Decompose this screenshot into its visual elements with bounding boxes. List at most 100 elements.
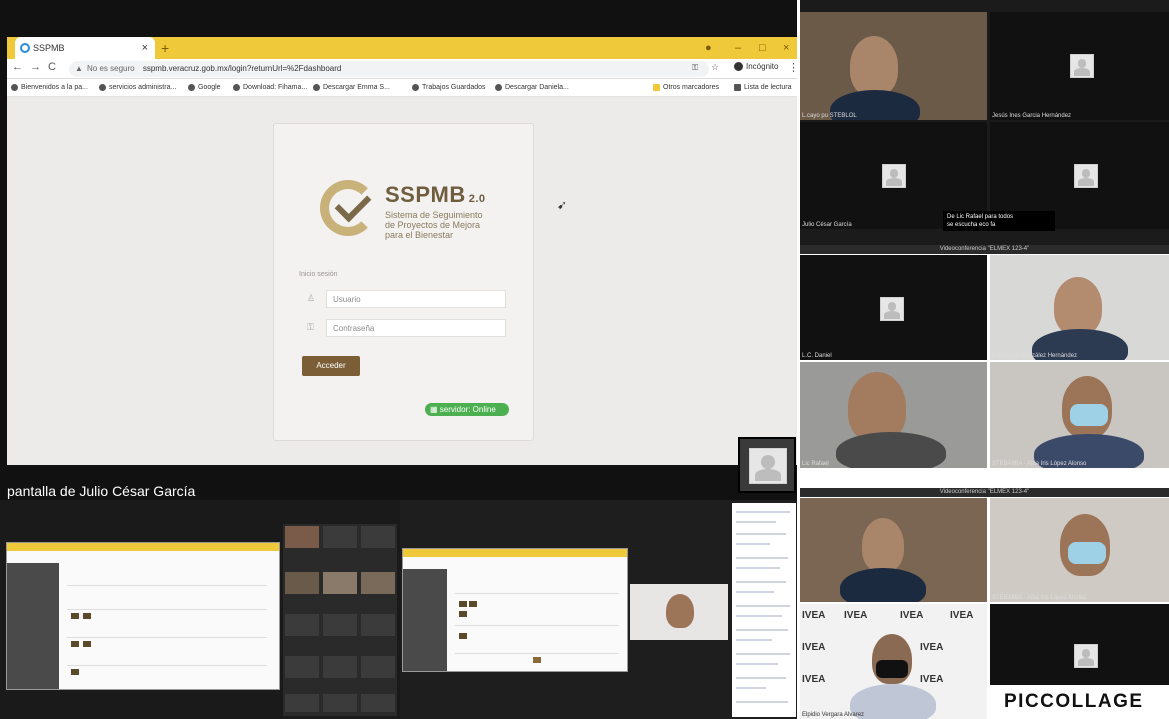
bookmark-favicon-icon [313, 83, 320, 91]
incognito-label: Incógnito [746, 62, 779, 71]
server-status-badge: ▦ servidor: Online [425, 403, 509, 416]
incognito-indicator[interactable]: Incógnito [734, 62, 779, 72]
nested-action-button [83, 613, 91, 619]
bookmark-item[interactable]: Download: Fihama... [233, 79, 307, 97]
bookmark-item[interactable]: Descargar Emma S... [313, 79, 390, 97]
nested-table-line [67, 609, 267, 610]
chat-text-line [736, 533, 786, 535]
participant-tile: L.cayo pu STEBLOL [800, 12, 987, 120]
chat-text-line [736, 567, 780, 569]
participant-face [1054, 277, 1102, 335]
minimize-icon[interactable]: – [735, 37, 741, 59]
kebab-menu-icon[interactable]: ⋮ [788, 61, 799, 74]
close-tab-icon[interactable]: × [142, 37, 148, 59]
nested-video-tile [285, 572, 319, 594]
google-icon [188, 83, 195, 91]
chat-notification-message: se escucha eco fa [947, 222, 996, 228]
chat-text-line [736, 653, 790, 655]
nested-action-button [459, 611, 467, 617]
bookmarks-bar: Bienvenidos a la pa... servicios adminis… [7, 79, 797, 97]
bookmark-label: Otros marcadores [663, 84, 720, 91]
password-input[interactable]: Contraseña [326, 319, 506, 337]
nested-tab-strip [403, 549, 627, 557]
participant-name: Jesús Ines Garcia Hernández [992, 113, 1072, 119]
nested-chat-panel [732, 503, 796, 717]
bookmark-favicon-icon [233, 83, 240, 91]
self-video-tile [738, 437, 796, 493]
participant-tile: Luis Hugo González Hernández [990, 255, 1169, 360]
forward-arrow-icon[interactable]: → [30, 61, 41, 73]
face-mask [1070, 404, 1108, 426]
chat-text-line [736, 615, 782, 617]
reload-icon[interactable]: C [48, 61, 56, 73]
participant-face [862, 518, 904, 572]
not-secure-label: No es seguro [87, 64, 135, 73]
brand-subtitle: Sistema de Seguimiento de Proyectos de M… [385, 210, 483, 240]
avatar-icon [880, 297, 904, 321]
bookmark-label: Google [198, 84, 221, 91]
participant-tile: STEBAMIA - Alba Iris López Alonso [990, 362, 1169, 468]
reading-list-icon [734, 83, 741, 91]
nested-action-button [71, 613, 79, 619]
chat-text-line [736, 581, 786, 583]
watermark-word: IVEA [920, 674, 944, 685]
nested-video-tile [285, 526, 319, 548]
browser-tab[interactable]: SSPMB × [15, 37, 155, 59]
reading-list[interactable]: Lista de lectura [734, 79, 791, 97]
brand-subtitle-line: de Proyectos de Mejora [385, 220, 481, 230]
url-input[interactable]: ▲ No es seguro sspmb.veracruz.gob.mx/log… [69, 61, 709, 77]
conference-title-bar: Videoconferencia "ELMEX 123-4" [800, 488, 1169, 497]
nested-sidebar [7, 563, 59, 689]
username-input[interactable]: Usuario [326, 290, 506, 308]
bookmark-label: Download: Fihama... [243, 84, 308, 91]
warning-icon: ▲ [75, 64, 83, 73]
chat-notification-sender: De Lic Rafael para todos [947, 214, 1014, 220]
participant-tile [800, 498, 987, 602]
bookmark-item[interactable]: Google [188, 79, 221, 97]
participant-name: STEBAMIA - Alba Iris López Alonso [992, 461, 1087, 467]
maximize-icon[interactable]: □ [759, 37, 766, 59]
participant-tile: Lic Rafael [800, 362, 987, 468]
nested-table-line [67, 665, 267, 666]
watermark-word: IVEA [900, 610, 924, 621]
nested-action-button [83, 641, 91, 647]
new-tab-button[interactable]: + [161, 37, 169, 59]
nested-video-tile [323, 614, 357, 636]
nested-table-line [67, 585, 267, 586]
participant-tile: Jesús Ines Garcia Hernández [990, 12, 1169, 120]
participant-name: Luis Hugo González Hernández [992, 353, 1078, 359]
face-mask [876, 660, 908, 678]
login-button[interactable]: Acceder [302, 356, 360, 376]
bookmark-item[interactable]: Descargar Daniela... [495, 79, 569, 97]
chat-text-line [736, 701, 788, 703]
nested-video-tile [285, 694, 319, 712]
nested-video-tile [361, 614, 395, 636]
back-arrow-icon[interactable]: ← [12, 61, 23, 73]
bookmark-item[interactable]: servicios administra... [99, 79, 176, 97]
participant-tile: STEBAMIA - Alba Iris López Alonso [990, 498, 1169, 602]
avatar-icon [1074, 644, 1098, 668]
close-window-icon[interactable]: × [783, 37, 789, 59]
avatar-icon [1070, 54, 1094, 78]
chat-notification[interactable]: De Lic Rafael para todos se escucha eco … [943, 211, 1055, 231]
key-icon[interactable]: ⚿ [692, 63, 698, 73]
nested-browser-window [6, 542, 280, 690]
nested-pagination-button [533, 657, 541, 663]
nested-video-tile [361, 694, 395, 712]
bookmark-folder[interactable]: Otros marcadores [653, 79, 719, 97]
brand-title: SSPMB 2.0 [385, 182, 486, 208]
face-mask [1068, 542, 1106, 564]
incognito-icon [734, 62, 743, 72]
nested-video-tile [630, 584, 728, 640]
bookmark-item[interactable]: Trabajos Guardados [412, 79, 486, 97]
bookmark-item[interactable]: Bienvenidos a la pa... [11, 79, 88, 97]
video-grid-top: L.cayo pu STEBLOL Jesús Ines Garcia Hern… [800, 0, 1169, 245]
participant-body [840, 568, 926, 602]
star-icon[interactable]: ☆ [711, 62, 719, 73]
nested-meeting-screenshot [0, 500, 400, 719]
login-section-label: Inicio sesión [299, 271, 338, 278]
participant-name: Julio César García [802, 222, 852, 228]
nested-table-line [455, 625, 619, 626]
bookmark-label: Trabajos Guardados [422, 84, 486, 91]
nested-meeting-screenshot [400, 500, 797, 719]
